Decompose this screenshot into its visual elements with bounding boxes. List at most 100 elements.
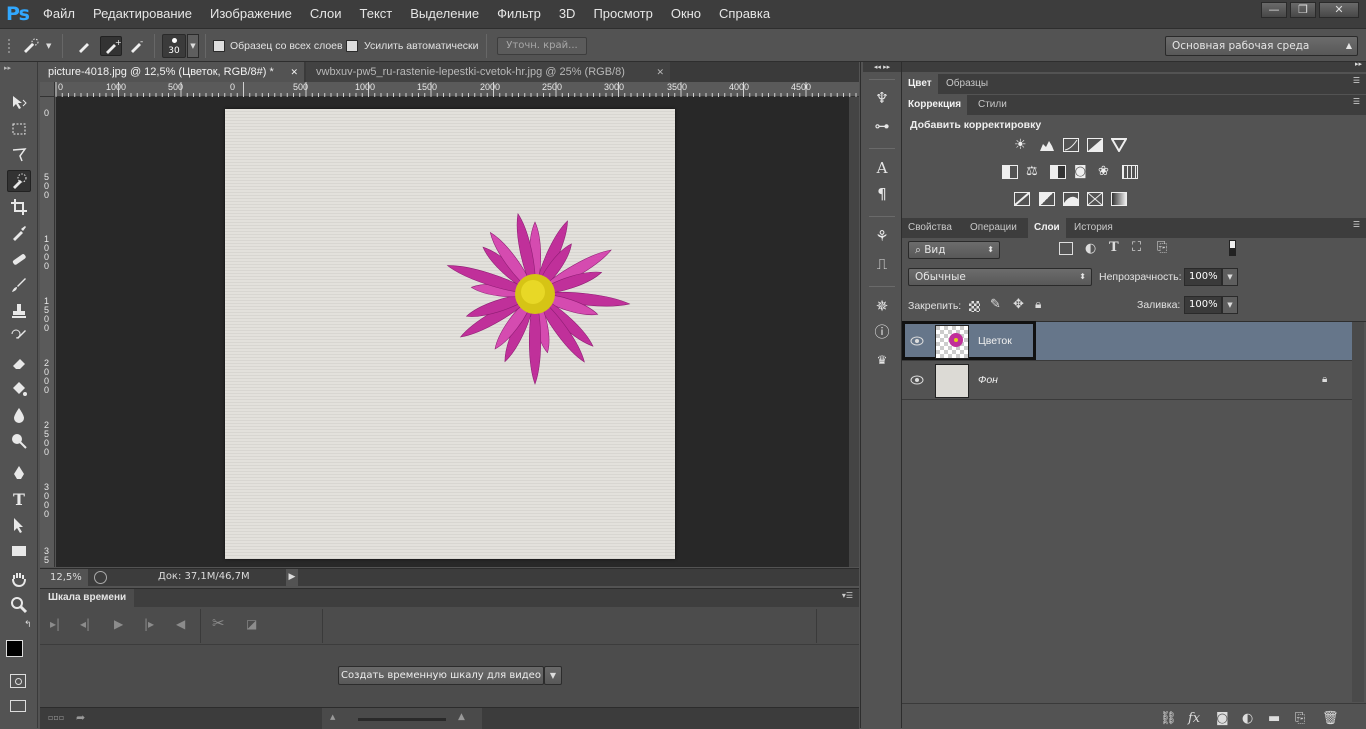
workspace-dropdown[interactable]: Основная рабочая среда ▲ bbox=[1165, 36, 1358, 56]
history-brush-tool[interactable] bbox=[7, 326, 31, 348]
paint-bucket-tool[interactable] bbox=[7, 378, 31, 400]
layer-thumbnail[interactable] bbox=[935, 364, 969, 398]
quick-selection-tool[interactable] bbox=[7, 170, 31, 192]
doc-info-icon[interactable] bbox=[94, 571, 107, 584]
create-video-timeline-button[interactable]: Создать временную шкалу для видео bbox=[338, 666, 544, 685]
link-layers-icon[interactable]: ⛓ bbox=[1160, 711, 1177, 726]
close-tab-icon[interactable]: ✕ bbox=[290, 62, 298, 82]
channels-icon[interactable]: ⚘ bbox=[872, 226, 892, 246]
brightness-icon[interactable]: ☀ bbox=[1014, 138, 1030, 152]
info-icon[interactable]: ⓘ bbox=[872, 322, 892, 342]
close-button[interactable]: ✕ bbox=[1319, 2, 1359, 18]
new-adjustment-layer-icon[interactable]: ◐ bbox=[1242, 711, 1253, 726]
play-icon[interactable]: ▶ bbox=[114, 617, 123, 631]
menu-view[interactable]: Просмотр bbox=[584, 0, 661, 28]
vibrance-icon[interactable] bbox=[1110, 138, 1128, 153]
panel-menu-icon[interactable]: ☰ bbox=[1353, 220, 1360, 229]
brush-size-dropdown[interactable]: ▼ bbox=[187, 34, 199, 58]
filter-smart-object-icon[interactable]: ⎘ bbox=[1157, 240, 1167, 255]
audio-icon[interactable]: ◀ bbox=[176, 617, 185, 631]
new-selection-button[interactable] bbox=[74, 36, 96, 56]
collapse-arrows-icon[interactable]: ▸▸ bbox=[4, 64, 11, 72]
zoom-level[interactable]: 12,5% bbox=[40, 569, 88, 586]
menu-select[interactable]: Выделение bbox=[401, 0, 488, 28]
exposure-icon[interactable] bbox=[1087, 138, 1103, 152]
pen-tool[interactable] bbox=[7, 462, 31, 484]
zoom-slider[interactable]: ▲ ▲ bbox=[322, 708, 482, 729]
dodge-tool[interactable] bbox=[7, 430, 31, 452]
posterize-icon[interactable] bbox=[1039, 192, 1055, 206]
type-tool[interactable]: T bbox=[7, 488, 31, 510]
paragraph-icon[interactable]: ¶ bbox=[872, 184, 892, 204]
panel-menu-icon[interactable]: ☰ bbox=[1353, 97, 1360, 106]
tab-actions[interactable]: Операции bbox=[964, 218, 1023, 238]
opacity-slider-toggle[interactable]: ▼ bbox=[1222, 268, 1238, 286]
layer-thumbnail[interactable] bbox=[935, 325, 969, 359]
menu-file[interactable]: Файл bbox=[34, 0, 84, 28]
zoom-tool[interactable] bbox=[7, 594, 31, 616]
threshold-icon[interactable] bbox=[1063, 192, 1079, 206]
layer-name[interactable]: Фон bbox=[978, 374, 998, 386]
lock-pixels-icon[interactable]: ✎ bbox=[990, 297, 1001, 312]
collapse-arrows-icon[interactable]: ◂◂ ▸▸ bbox=[863, 62, 901, 72]
new-layer-icon[interactable]: ⎘ bbox=[1295, 711, 1305, 726]
zoom-out-icon[interactable]: ▲ bbox=[330, 713, 335, 721]
color-balance-icon[interactable]: ⚖ bbox=[1026, 165, 1042, 179]
histogram-icon[interactable]: ♛ bbox=[872, 350, 892, 370]
eyedropper-tool[interactable] bbox=[7, 222, 31, 244]
layer-name[interactable]: Цветок bbox=[978, 335, 1012, 347]
healing-brush-tool[interactable] bbox=[7, 248, 31, 270]
brush-size-picker[interactable]: 30 bbox=[162, 34, 186, 58]
zoom-track[interactable] bbox=[358, 718, 446, 721]
blur-tool[interactable] bbox=[7, 404, 31, 426]
layers-scrollbar[interactable] bbox=[1352, 322, 1364, 702]
foreground-color-swatch[interactable] bbox=[6, 640, 23, 657]
ruler-corner[interactable] bbox=[40, 82, 55, 97]
panel-menu-icon[interactable]: ▾☰ bbox=[842, 591, 853, 600]
first-frame-icon[interactable]: ▸| bbox=[50, 617, 60, 631]
add-mask-icon[interactable]: ◙ bbox=[1216, 711, 1229, 726]
layer-filter-dropdown[interactable]: ⌕ Вид ⬍ bbox=[908, 241, 1000, 259]
paths-icon[interactable]: ⎍ bbox=[872, 254, 892, 274]
filter-toggle-switch[interactable] bbox=[1229, 240, 1236, 256]
layer-row[interactable]: Фон 🔒︎ bbox=[902, 361, 1352, 400]
path-selection-tool[interactable] bbox=[7, 514, 31, 536]
tool-presets-icon[interactable]: ♆ bbox=[872, 88, 892, 108]
tab-layers[interactable]: Слои bbox=[1028, 218, 1066, 238]
channel-mixer-icon[interactable]: ❀ bbox=[1098, 165, 1114, 179]
status-menu-arrow-icon[interactable]: ▶ bbox=[286, 569, 298, 586]
restore-button[interactable]: ❐ bbox=[1290, 2, 1316, 18]
tab-timeline[interactable]: Шкала времени bbox=[40, 589, 135, 607]
panel-menu-icon[interactable]: ☰ bbox=[1353, 76, 1360, 85]
fill-slider-toggle[interactable]: ▼ bbox=[1222, 296, 1238, 314]
prev-frame-icon[interactable]: ◂| bbox=[80, 617, 90, 631]
convert-icon[interactable]: ➦ bbox=[76, 711, 85, 724]
clone-stamp-tool[interactable] bbox=[7, 300, 31, 322]
visibility-eye-icon[interactable] bbox=[910, 374, 924, 386]
close-tab-icon[interactable]: ✕ bbox=[656, 62, 664, 82]
tab-history[interactable]: История bbox=[1068, 218, 1119, 238]
hue-saturation-icon[interactable] bbox=[1002, 165, 1018, 179]
opacity-input[interactable]: 100% bbox=[1184, 268, 1222, 286]
lock-transparency-icon[interactable] bbox=[969, 301, 980, 312]
blend-mode-dropdown[interactable]: Обычные ⬍ bbox=[908, 268, 1092, 286]
scissors-icon[interactable]: ✂ bbox=[212, 614, 225, 632]
curves-icon[interactable] bbox=[1063, 138, 1079, 152]
screen-mode-icon[interactable] bbox=[10, 700, 26, 712]
document-canvas[interactable] bbox=[225, 109, 675, 559]
menu-help[interactable]: Справка bbox=[710, 0, 779, 28]
tab-styles[interactable]: Стили bbox=[972, 95, 1013, 115]
hand-tool[interactable] bbox=[7, 568, 31, 590]
eraser-tool[interactable] bbox=[7, 352, 31, 374]
filter-shape-icon[interactable]: ⛶ bbox=[1132, 240, 1141, 255]
lock-all-icon[interactable]: 🔒︎ bbox=[1035, 297, 1041, 312]
menu-type[interactable]: Текст bbox=[351, 0, 402, 28]
sample-all-layers-checkbox[interactable] bbox=[213, 40, 225, 52]
move-tool[interactable] bbox=[7, 92, 31, 114]
black-white-icon[interactable] bbox=[1050, 165, 1066, 179]
vertical-scrollbar[interactable] bbox=[849, 97, 859, 567]
chevron-down-icon[interactable]: ▼ bbox=[46, 42, 51, 50]
lock-position-icon[interactable]: ✥ bbox=[1013, 297, 1024, 312]
menu-filter[interactable]: Фильтр bbox=[488, 0, 550, 28]
lasso-tool[interactable] bbox=[7, 144, 31, 166]
